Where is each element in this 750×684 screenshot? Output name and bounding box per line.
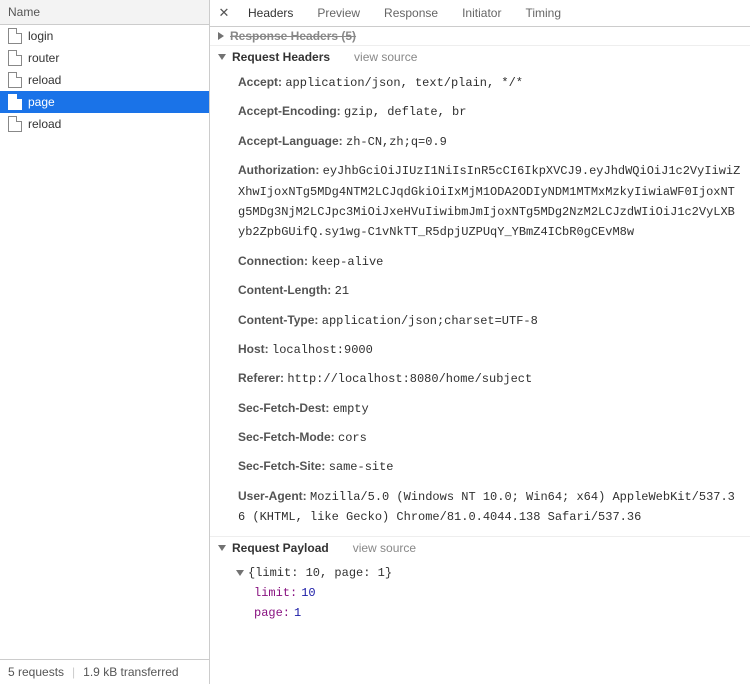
file-icon [8,28,22,44]
payload-body: {limit: 10, page: 1} limit: 10page: 1 [210,559,750,628]
request-headers-section[interactable]: Request Headers view source [210,46,750,68]
request-item-label: login [28,29,53,43]
request-payload-section[interactable]: Request Payload view source [210,536,750,559]
section-title: Request Headers [232,50,330,64]
header-name: Host: [238,342,272,356]
header-value: keep-alive [311,255,383,269]
header-name: Content-Type: [238,313,322,327]
details-pane: ✕ HeadersPreviewResponseInitiatorTiming … [210,0,750,684]
divider: | [68,665,79,679]
header-row: Host: localhost:9000 [210,335,750,364]
view-source-link[interactable]: view source [354,50,417,64]
header-row: Content-Type: application/json;charset=U… [210,306,750,335]
header-name: Sec-Fetch-Site: [238,459,329,473]
header-row: Sec-Fetch-Site: same-site [210,452,750,481]
header-name: User-Agent: [238,489,310,503]
request-item[interactable]: reload [0,69,209,91]
header-row: Authorization: eyJhbGciOiJIUzI1NiIsInR5c… [210,156,750,247]
request-item[interactable]: page [0,91,209,113]
header-value: 21 [335,284,349,298]
request-item-label: reload [28,117,61,131]
header-value: localhost:9000 [272,343,373,357]
tab-headers[interactable]: Headers [236,0,305,27]
chevron-down-icon [236,570,244,576]
request-item[interactable]: reload [0,113,209,135]
header-name: Accept-Encoding: [238,104,344,118]
request-item[interactable]: login [0,25,209,47]
request-item-label: page [28,95,55,109]
header-row: Accept-Language: zh-CN,zh;q=0.9 [210,127,750,156]
file-icon [8,94,22,110]
tab-preview[interactable]: Preview [305,0,372,27]
details-body[interactable]: Response Headers (5) Request Headers vie… [210,27,750,684]
sidebar-column-header[interactable]: Name [0,0,209,25]
header-row: Accept: application/json, text/plain, */… [210,68,750,97]
header-value: zh-CN,zh;q=0.9 [346,135,447,149]
header-name: Authorization: [238,163,323,177]
transferred-size: 1.9 kB transferred [83,665,178,679]
request-item-label: router [28,51,59,65]
requests-count: 5 requests [8,665,64,679]
header-name: Content-Length: [238,283,335,297]
header-value: empty [333,402,369,416]
header-row: Accept-Encoding: gzip, deflate, br [210,97,750,126]
tab-timing[interactable]: Timing [513,0,573,27]
details-tabs: ✕ HeadersPreviewResponseInitiatorTiming [210,0,750,27]
payload-value: 1 [294,603,301,623]
view-source-link[interactable]: view source [353,541,416,555]
header-name: Accept: [238,75,285,89]
tab-initiator[interactable]: Initiator [450,0,513,27]
header-row: User-Agent: Mozilla/5.0 (Windows NT 10.0… [210,482,750,532]
request-item[interactable]: router [0,47,209,69]
header-row: Sec-Fetch-Mode: cors [210,423,750,452]
tab-response[interactable]: Response [372,0,450,27]
header-name: Sec-Fetch-Dest: [238,401,333,415]
header-value: same-site [329,460,394,474]
header-row: Sec-Fetch-Dest: empty [210,394,750,423]
header-row: Referer: http://localhost:8080/home/subj… [210,364,750,393]
section-title: Response Headers (5) [230,29,356,43]
file-icon [8,116,22,132]
payload-summary: {limit: 10, page: 1} [248,563,392,583]
response-headers-section[interactable]: Response Headers (5) [210,27,750,46]
header-value: application/json, text/plain, */* [285,76,523,90]
request-list: login router reload page reload [0,25,209,659]
network-sidebar: Name login router reload page reload 5 reque… [0,0,210,684]
payload-key: page: [254,603,290,623]
header-value: application/json;charset=UTF-8 [322,314,538,328]
header-row: Content-Length: 21 [210,276,750,305]
chevron-right-icon [218,32,224,40]
request-item-label: reload [28,73,61,87]
chevron-down-icon [218,545,226,551]
close-icon[interactable]: ✕ [214,3,234,23]
payload-summary-row[interactable]: {limit: 10, page: 1} [236,563,742,583]
file-icon [8,50,22,66]
header-value: gzip, deflate, br [344,105,466,119]
payload-entry: limit: 10 [236,583,742,603]
header-value: http://localhost:8080/home/subject [287,372,532,386]
payload-value: 10 [301,583,315,603]
header-name: Connection: [238,254,311,268]
header-name: Accept-Language: [238,134,346,148]
chevron-down-icon [218,54,226,60]
header-name: Sec-Fetch-Mode: [238,430,338,444]
status-bar: 5 requests | 1.9 kB transferred [0,659,209,684]
header-value: Mozilla/5.0 (Windows NT 10.0; Win64; x64… [238,490,735,524]
payload-key: limit: [254,583,297,603]
file-icon [8,72,22,88]
payload-entry: page: 1 [236,603,742,623]
header-value: cors [338,431,367,445]
header-name: Referer: [238,371,287,385]
header-row: Connection: keep-alive [210,247,750,276]
section-title: Request Payload [232,541,329,555]
